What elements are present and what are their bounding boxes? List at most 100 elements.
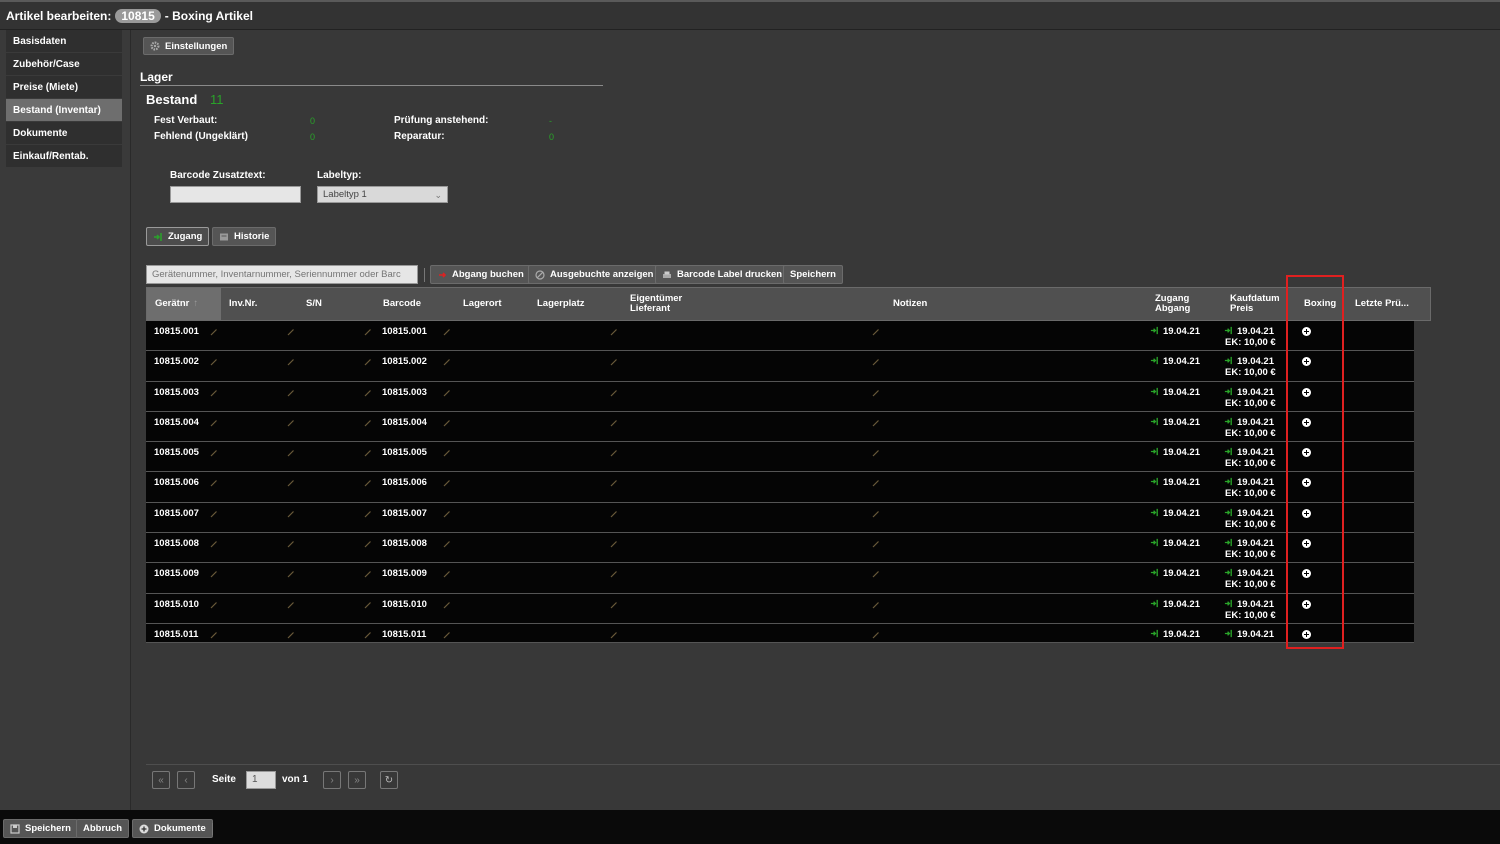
table-row[interactable]: 10815.001 10815.001 19.04.21 19.04.21 EK: 10… (146, 321, 1414, 352)
edit-pencil-icon[interactable] (610, 478, 618, 487)
edit-pencil-icon[interactable] (287, 357, 295, 366)
boxing-add-icon[interactable] (1302, 539, 1311, 549)
tab-zugang[interactable]: Zugang (146, 227, 210, 246)
edit-pencil-icon[interactable] (443, 600, 451, 609)
boxing-add-icon[interactable] (1302, 508, 1311, 518)
last-page-button[interactable]: » (348, 771, 366, 789)
col-header-zugang[interactable]: Zugang Abgang (1155, 288, 1190, 320)
edit-pencil-icon[interactable] (364, 357, 372, 366)
search-input[interactable] (146, 265, 418, 284)
edit-pencil-icon[interactable] (610, 327, 618, 336)
page-number-input[interactable]: 1 (246, 771, 276, 789)
edit-pencil-icon[interactable] (287, 478, 295, 487)
edit-pencil-icon[interactable] (364, 478, 372, 487)
refresh-button[interactable]: ↻ (380, 771, 398, 789)
edit-pencil-icon[interactable] (443, 569, 451, 578)
sidebar-item-bestand[interactable]: Bestand (Inventar) (6, 99, 122, 122)
edit-pencil-icon[interactable] (210, 418, 218, 427)
barcode-label-drucken-button[interactable]: Barcode Label drucken (655, 265, 790, 284)
edit-pencil-icon[interactable] (872, 539, 880, 548)
edit-pencil-icon[interactable] (210, 630, 218, 639)
edit-pencil-icon[interactable] (872, 630, 880, 639)
settings-button[interactable]: Einstellungen (143, 37, 235, 55)
edit-pencil-icon[interactable] (872, 448, 880, 457)
edit-pencil-icon[interactable] (364, 539, 372, 548)
edit-pencil-icon[interactable] (872, 388, 880, 397)
cancel-button[interactable]: Abbruch (76, 819, 130, 838)
edit-pencil-icon[interactable] (210, 448, 218, 457)
boxing-add-icon[interactable] (1302, 327, 1311, 336)
edit-pencil-icon[interactable] (610, 539, 618, 548)
boxing-add-icon[interactable] (1302, 417, 1311, 427)
edit-pencil-icon[interactable] (287, 388, 295, 397)
tab-historie[interactable]: Historie (212, 227, 277, 246)
edit-pencil-icon[interactable] (287, 448, 295, 457)
col-header-geraetnr[interactable]: Gerätnr ↑ (147, 288, 221, 320)
ausgebuchte-anzeigen-button[interactable]: Ausgebuchte anzeigen (528, 265, 661, 284)
edit-pencil-icon[interactable] (610, 630, 618, 639)
table-row[interactable]: 10815.010 10815.010 19.04.21 19.04.21 EK: 10… (146, 593, 1414, 624)
table-save-button[interactable]: Speichern (783, 265, 843, 284)
col-header-boxing[interactable]: Boxing (1304, 288, 1336, 320)
edit-pencil-icon[interactable] (872, 569, 880, 578)
edit-pencil-icon[interactable] (443, 539, 451, 548)
edit-pencil-icon[interactable] (443, 509, 451, 518)
boxing-add-icon[interactable] (1302, 357, 1311, 367)
edit-pencil-icon[interactable] (364, 418, 372, 427)
sidebar-item-einkauf[interactable]: Einkauf/Rentab. (6, 145, 122, 168)
edit-pencil-icon[interactable] (210, 478, 218, 487)
sidebar-item-zubehoer[interactable]: Zubehör/Case (6, 53, 122, 76)
col-header-barcode[interactable]: Barcode (383, 288, 421, 320)
edit-pencil-icon[interactable] (210, 569, 218, 578)
edit-pencil-icon[interactable] (443, 327, 451, 336)
boxing-add-icon[interactable] (1302, 448, 1311, 458)
documents-button[interactable]: Dokumente (132, 819, 213, 838)
edit-pencil-icon[interactable] (443, 478, 451, 487)
table-row[interactable]: 10815.003 10815.003 19.04.21 19.04.21 EK: 10… (146, 381, 1414, 412)
sidebar-item-preise[interactable]: Preise (Miete) (6, 76, 122, 99)
prev-page-button[interactable]: ‹ (177, 771, 195, 789)
edit-pencil-icon[interactable] (364, 569, 372, 578)
first-page-button[interactable]: « (152, 771, 170, 789)
edit-pencil-icon[interactable] (210, 539, 218, 548)
next-page-button[interactable]: › (323, 771, 341, 789)
boxing-add-icon[interactable] (1302, 478, 1311, 488)
edit-pencil-icon[interactable] (287, 539, 295, 548)
edit-pencil-icon[interactable] (287, 327, 295, 336)
edit-pencil-icon[interactable] (210, 357, 218, 366)
sidebar-item-basisdaten[interactable]: Basisdaten (6, 30, 122, 53)
edit-pencil-icon[interactable] (287, 630, 295, 639)
edit-pencil-icon[interactable] (610, 509, 618, 518)
edit-pencil-icon[interactable] (364, 509, 372, 518)
sidebar-item-dokumente[interactable]: Dokumente (6, 122, 122, 145)
boxing-add-icon[interactable] (1302, 599, 1311, 609)
edit-pencil-icon[interactable] (364, 388, 372, 397)
boxing-add-icon[interactable] (1302, 387, 1311, 397)
edit-pencil-icon[interactable] (610, 448, 618, 457)
edit-pencil-icon[interactable] (872, 600, 880, 609)
labeltyp-select[interactable]: Labeltyp 1 ⌄ (317, 186, 448, 203)
col-header-letzte-pruefung[interactable]: Letzte Prü... (1355, 288, 1409, 320)
edit-pencil-icon[interactable] (610, 569, 618, 578)
edit-pencil-icon[interactable] (210, 388, 218, 397)
edit-pencil-icon[interactable] (610, 357, 618, 366)
edit-pencil-icon[interactable] (610, 600, 618, 609)
table-row[interactable]: 10815.007 10815.007 19.04.21 19.04.21 EK: 10… (146, 502, 1414, 534)
edit-pencil-icon[interactable] (443, 357, 451, 366)
edit-pencil-icon[interactable] (610, 418, 618, 427)
edit-pencil-icon[interactable] (610, 388, 618, 397)
edit-pencil-icon[interactable] (210, 509, 218, 518)
edit-pencil-icon[interactable] (364, 448, 372, 457)
col-header-invnr[interactable]: Inv.Nr. (229, 288, 257, 320)
table-row[interactable]: 10815.005 10815.005 19.04.21 19.04.21 EK: 10… (146, 442, 1414, 473)
table-row[interactable]: 10815.006 10815.006 19.04.21 19.04.21 EK: 10… (146, 472, 1414, 503)
edit-pencil-icon[interactable] (287, 569, 295, 578)
table-row[interactable]: 10815.002 10815.002 19.04.21 19.04.21 EK: 10… (146, 351, 1414, 382)
edit-pencil-icon[interactable] (287, 418, 295, 427)
abgang-buchen-button[interactable]: Abgang buchen (430, 265, 531, 284)
edit-pencil-icon[interactable] (872, 357, 880, 366)
save-button[interactable]: Speichern (3, 819, 78, 838)
boxing-add-icon[interactable] (1302, 569, 1311, 579)
boxing-add-icon[interactable] (1302, 629, 1311, 639)
barcode-zusatztext-input[interactable] (170, 186, 301, 203)
